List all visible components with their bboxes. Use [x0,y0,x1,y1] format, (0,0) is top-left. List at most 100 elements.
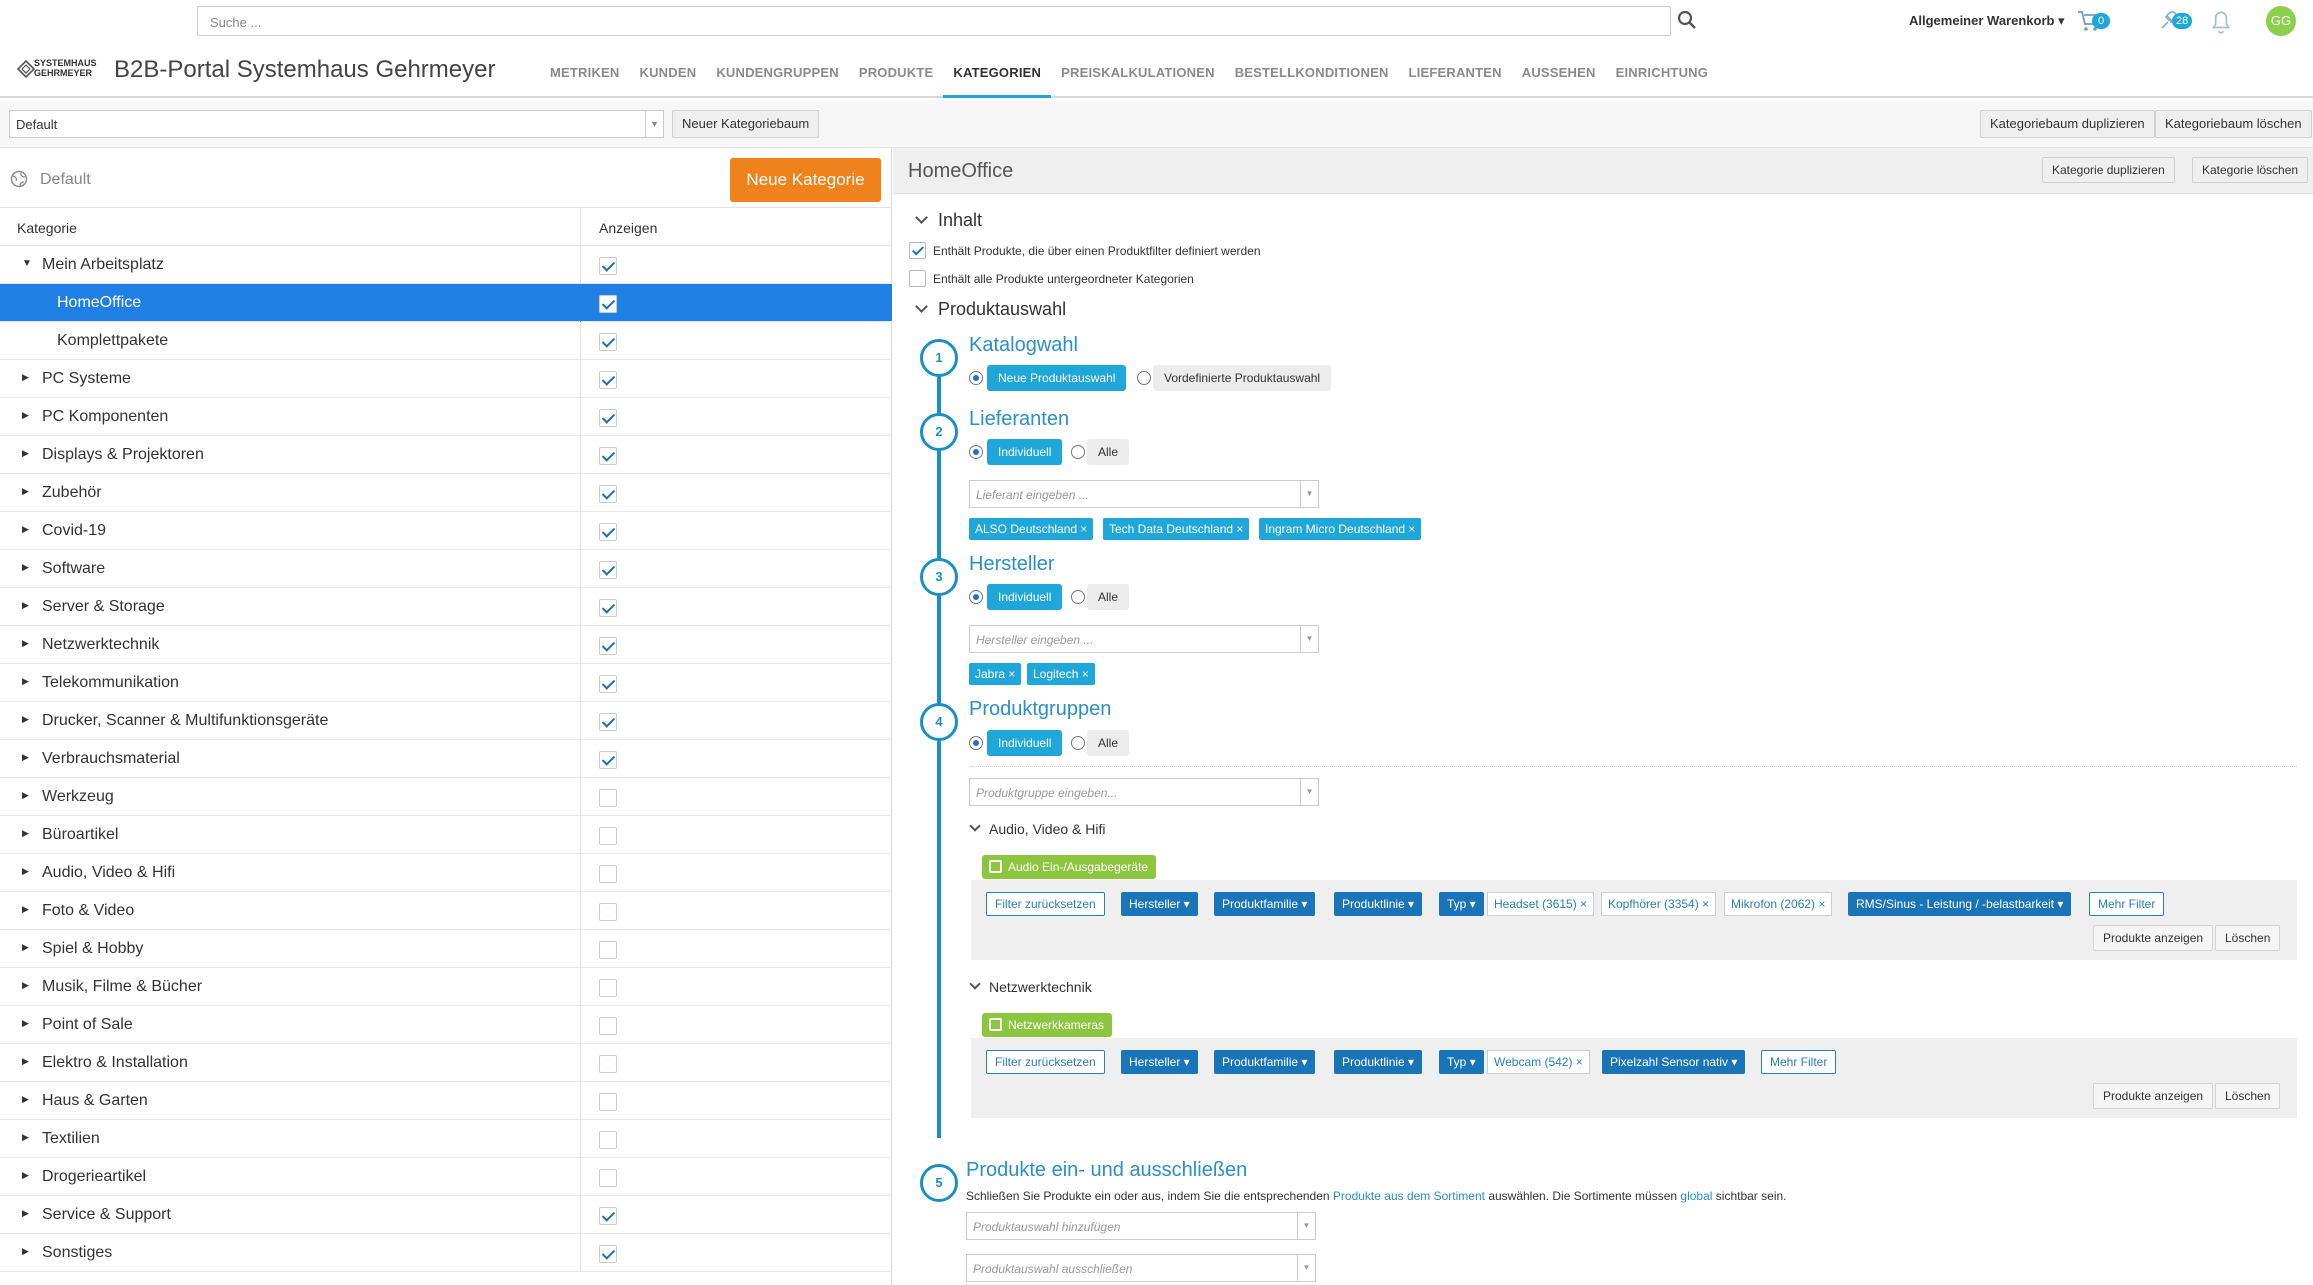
avatar[interactable]: GG [2266,6,2296,36]
predefined-selection-option[interactable]: Vordefinierte Produktauswahl [1153,365,1332,391]
filter-value-webcam[interactable]: Webcam (542) × [1487,1050,1590,1074]
filter-typ-dropdown[interactable]: Typ ▾ [1439,892,1484,916]
nav-item-preiskalkulationen[interactable]: PREISKALKULATIONEN [1051,42,1225,98]
filter-produktfamilie-dropdown[interactable]: Produktfamilie ▾ [1214,1050,1316,1074]
filter-rms-dropdown[interactable]: RMS/Sinus - Leistung / -belastbarkeit ▾ [1848,892,2072,916]
tree-row[interactable]: ▶ Covid-19 [0,512,892,550]
more-filters-button[interactable]: Mehr Filter [2089,892,2165,916]
tree-row[interactable]: Komplettpakete [0,322,892,360]
tree-row[interactable]: ▶ Service & Support [0,1196,892,1234]
filter-produktfamilie-dropdown[interactable]: Produktfamilie ▾ [1214,892,1316,916]
nav-item-kategorien[interactable]: KATEGORIEN [943,42,1052,98]
caret-right-icon[interactable]: ▶ [22,790,29,801]
caret-right-icon[interactable]: ▶ [22,904,29,915]
duplicate-category-button[interactable]: Kategorie duplizieren [2042,157,2175,183]
caret-right-icon[interactable]: ▶ [22,1056,29,1067]
show-products-button[interactable]: Produkte anzeigen [2093,925,2214,951]
tree-row[interactable]: ▶ Drogerieartikel [0,1158,892,1196]
nav-item-einrichtung[interactable]: EINRICHTUNG [1606,42,1718,98]
show-checkbox[interactable] [599,903,617,921]
show-checkbox[interactable] [599,979,617,997]
tree-row[interactable]: ▼ Mein Arbeitsplatz [0,246,892,284]
caret-down-icon[interactable]: ▼ [22,258,32,269]
tree-row[interactable]: ▶ Displays & Projektoren [0,436,892,474]
option-filter-products-checkbox[interactable] [909,242,926,259]
group-tag-audio[interactable]: Audio Ein-/Ausgabegeräte [982,855,1157,879]
filter-hersteller-dropdown[interactable]: Hersteller ▾ [1121,1050,1198,1074]
filter-hersteller-dropdown[interactable]: Hersteller ▾ [1121,892,1198,916]
option-subcategories-checkbox[interactable] [909,270,926,287]
show-checkbox[interactable] [599,1207,617,1225]
supplier-tag[interactable]: Ingram Micro Deutschland × [1259,518,1422,540]
show-checkbox[interactable] [599,599,617,617]
caret-right-icon[interactable]: ▶ [22,828,29,839]
show-checkbox[interactable] [599,713,617,731]
filter-pixel-dropdown[interactable]: Pixelzahl Sensor nativ ▾ [1602,1050,1746,1074]
filter-produktlinie-dropdown[interactable]: Produktlinie ▾ [1334,1050,1423,1074]
group-network-header[interactable]: Netzwerktechnik [969,978,1092,995]
manufacturers-individual-option[interactable]: Individuell [987,584,1063,610]
search-icon[interactable] [1677,10,1697,30]
tree-row[interactable]: ▶ Server & Storage [0,588,892,626]
caret-right-icon[interactable]: ▶ [22,942,29,953]
tree-row[interactable]: ▶ Telekommunikation [0,664,892,702]
more-filters-button[interactable]: Mehr Filter [1761,1050,1837,1074]
tree-row[interactable]: ▶ Netzwerktechnik [0,626,892,664]
tree-row[interactable]: ▶ Verbrauchsmaterial [0,740,892,778]
radio-new-selection[interactable] [969,371,983,385]
filter-typ-dropdown[interactable]: Typ ▾ [1439,1050,1484,1074]
nav-item-bestellkonditionen[interactable]: BESTELLKONDITIONEN [1225,42,1399,98]
radio-manufacturers-all[interactable] [1071,590,1085,604]
radio-suppliers-all[interactable] [1071,445,1085,459]
filter-value-headset[interactable]: Headset (3615) × [1487,892,1595,916]
caret-right-icon[interactable]: ▶ [22,524,29,535]
radio-productgroups-individual[interactable] [969,736,983,750]
caret-right-icon[interactable]: ▶ [22,410,29,421]
new-selection-option[interactable]: Neue Produktauswahl [987,365,1127,391]
section-produktauswahl[interactable]: Produktauswahl [915,299,1066,320]
supplier-tag[interactable]: ALSO Deutschland × [969,518,1094,540]
delete-group-button[interactable]: Löschen [2215,1083,2281,1109]
show-checkbox[interactable] [599,941,617,959]
caret-right-icon[interactable]: ▶ [22,866,29,877]
tree-row[interactable]: ▶ Zubehör [0,474,892,512]
delete-group-button[interactable]: Löschen [2215,925,2281,951]
radio-manufacturers-individual[interactable] [969,590,983,604]
productgroup-input[interactable]: Produktgruppe eingeben... ▼ [969,778,1319,806]
show-checkbox[interactable] [599,1093,617,1111]
show-checkbox[interactable] [599,1245,617,1263]
tree-row[interactable]: ▶ PC Komponenten [0,398,892,436]
show-checkbox[interactable] [599,485,617,503]
manufacturer-tag[interactable]: Jabra × [969,663,1022,685]
caret-right-icon[interactable]: ▶ [22,562,29,573]
tree-row[interactable]: ▶ Spiel & Hobby [0,930,892,968]
radio-productgroups-all[interactable] [1071,736,1085,750]
show-checkbox[interactable] [599,675,617,693]
show-checkbox[interactable] [599,789,617,807]
filter-produktlinie-dropdown[interactable]: Produktlinie ▾ [1334,892,1423,916]
nav-item-kundengruppen[interactable]: KUNDENGRUPPEN [706,42,849,98]
show-checkbox[interactable] [599,1131,617,1149]
bell-icon[interactable] [2208,7,2234,35]
supplier-input[interactable]: Lieferant eingeben ... ▼ [969,480,1319,508]
tree-row[interactable]: ▶ PC Systeme [0,360,892,398]
show-checkbox[interactable] [599,523,617,541]
caret-right-icon[interactable]: ▶ [22,638,29,649]
delete-tree-button[interactable]: Kategoriebaum löschen [2155,110,2312,138]
show-checkbox[interactable] [599,371,617,389]
filter-value-mikrofon[interactable]: Mikrofon (2062) × [1724,892,1833,916]
search-input[interactable]: Suche ... [197,6,1671,36]
caret-right-icon[interactable]: ▶ [22,448,29,459]
caret-right-icon[interactable]: ▶ [22,676,29,687]
show-checkbox[interactable] [599,1017,617,1035]
add-product-selection-input[interactable]: Produktauswahl hinzufügen ▼ [966,1212,1316,1240]
show-checkbox[interactable] [599,865,617,883]
caret-right-icon[interactable]: ▶ [22,980,29,991]
show-checkbox[interactable] [599,561,617,579]
nav-item-lieferanten[interactable]: LIEFERANTEN [1399,42,1512,98]
section-inhalt[interactable]: Inhalt [915,210,982,231]
radio-predefined-selection[interactable] [1137,371,1151,385]
caret-right-icon[interactable]: ▶ [22,486,29,497]
show-checkbox[interactable] [599,295,617,313]
global-link[interactable]: global [1680,1189,1712,1203]
